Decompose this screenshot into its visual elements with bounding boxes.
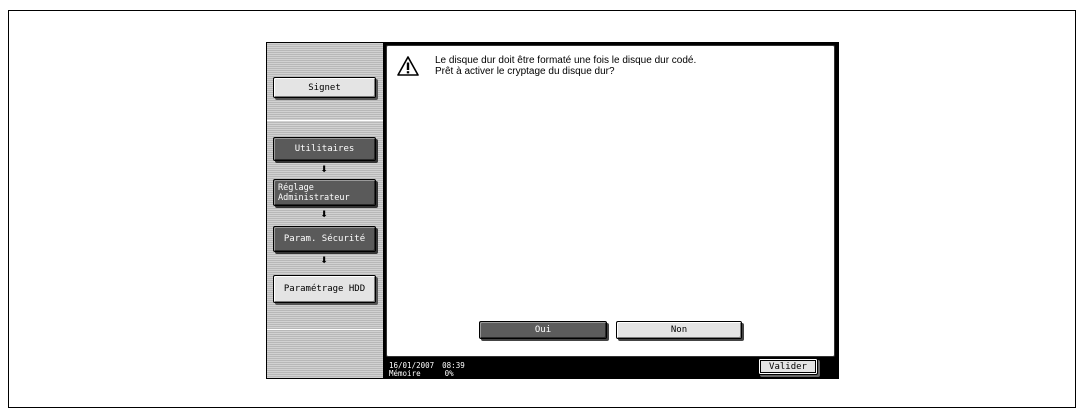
control-panel-screen: Signet Utilitaires ⬇ Réglage Administrat… [266, 42, 839, 379]
breadcrumb-parametrage-hdd[interactable]: Paramétrage HDD [273, 275, 376, 303]
warning-icon [397, 56, 419, 76]
non-button[interactable]: Non [616, 321, 742, 339]
valider-button[interactable]: Valider [758, 358, 818, 375]
signet-button[interactable]: Signet [273, 77, 376, 98]
memory-value: 0% [444, 369, 454, 378]
sidebar-divider [267, 329, 383, 330]
status-memory: Mémoire 0% [389, 370, 454, 378]
message-line-1: Le disque dur doit être formaté une fois… [435, 55, 697, 66]
breadcrumb-reglage-administrateur[interactable]: Réglage Administrateur [273, 179, 376, 206]
message-line-2: Prêt à activer le cryptage du disque dur… [435, 66, 615, 77]
memory-label: Mémoire [389, 369, 421, 378]
oui-button[interactable]: Oui [479, 321, 607, 339]
dialog-message: Le disque dur doit être formaté une fois… [435, 55, 815, 77]
breadcrumb-param-securite[interactable]: Param. Sécurité [273, 226, 376, 252]
down-arrow-icon: ⬇ [320, 256, 328, 266]
confirmation-dialog: Le disque dur doit être formaté une fois… [386, 45, 835, 357]
breadcrumb-utilitaires[interactable]: Utilitaires [273, 137, 376, 161]
down-arrow-icon: ⬇ [320, 165, 328, 175]
sidebar-divider [267, 120, 383, 121]
sidebar: Signet Utilitaires ⬇ Réglage Administrat… [267, 43, 383, 378]
down-arrow-icon: ⬇ [320, 210, 328, 220]
